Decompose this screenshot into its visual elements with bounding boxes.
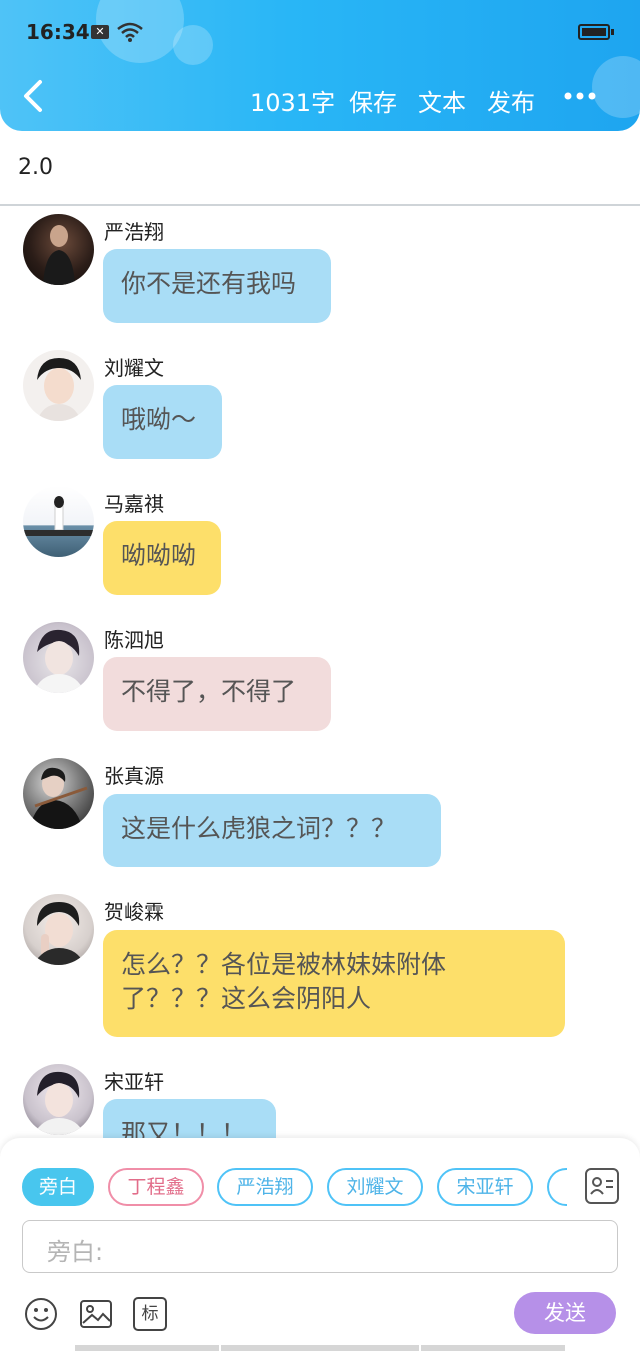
speaker-name: 陈泗旭 — [104, 628, 164, 652]
more-options-button[interactable] — [560, 86, 600, 106]
message-input[interactable]: 旁白: — [22, 1220, 618, 1273]
speaker-name: 严浩翔 — [104, 220, 164, 244]
save-button[interactable]: 保存 — [349, 83, 397, 118]
contact-card-icon[interactable] — [585, 1168, 619, 1204]
status-time: 16:34 — [26, 20, 90, 44]
top-bar: 16:34 ✕ 1031字 保存 文本 发布 — [0, 0, 640, 131]
speaker-name: 刘耀文 — [104, 356, 164, 380]
avatar[interactable] — [23, 894, 94, 965]
battery-icon — [578, 24, 614, 40]
avatar[interactable] — [23, 1064, 94, 1135]
message-bubble[interactable]: 你不是还有我吗 — [103, 249, 331, 323]
role-chip[interactable]: 严浩翔 — [217, 1168, 313, 1206]
publish-button[interactable]: 发布 — [487, 83, 535, 118]
message-bubble[interactable]: 不得了，不得了 — [103, 657, 331, 731]
speaker-name: 贺峻霖 — [104, 900, 164, 924]
message-bubble[interactable]: 这是什么虎狼之词？？？ — [103, 794, 441, 867]
nav-bar-segment — [75, 1345, 219, 1351]
message-line: 怎么？？各位是被林妹妹附体 — [121, 950, 447, 979]
document-title[interactable]: 2.0 — [18, 155, 53, 180]
message-bubble[interactable]: 哦呦～ — [103, 385, 222, 459]
tag-icon[interactable]: 标 — [133, 1297, 167, 1331]
divider — [0, 204, 640, 206]
avatar[interactable] — [23, 350, 94, 421]
wifi-icon — [117, 22, 143, 42]
text-button[interactable]: 文本 — [418, 83, 466, 118]
message-bubble[interactable]: 呦呦呦 — [103, 521, 221, 595]
message-bubble[interactable]: 怎么？？各位是被林妹妹附体 了？？？这么会阴阳人 — [103, 930, 565, 1037]
emoji-icon[interactable] — [24, 1297, 58, 1331]
role-chip-narration[interactable]: 旁白 — [22, 1168, 94, 1206]
image-icon[interactable] — [79, 1297, 113, 1331]
word-count: 1031字 — [250, 89, 336, 117]
avatar[interactable] — [23, 622, 94, 693]
speaker-name: 马嘉祺 — [104, 492, 164, 516]
role-chip[interactable]: 丁程鑫 — [108, 1168, 204, 1206]
message-line: 了？？？这么会阴阳人 — [121, 984, 372, 1013]
notification-icon: ✕ — [91, 25, 109, 39]
speaker-name: 张真源 — [104, 764, 164, 788]
back-button[interactable] — [18, 78, 50, 114]
send-button[interactable]: 发送 — [514, 1292, 616, 1334]
nav-bar-segment — [421, 1345, 565, 1351]
avatar[interactable] — [23, 214, 94, 285]
role-chip[interactable]: 宋亚轩 — [437, 1168, 533, 1206]
speaker-name: 宋亚轩 — [104, 1070, 164, 1094]
avatar[interactable] — [23, 486, 94, 557]
avatar[interactable] — [23, 758, 94, 829]
role-chip[interactable]: 刘耀文 — [327, 1168, 423, 1206]
decorative-bubble — [173, 25, 213, 65]
nav-bar-segment — [221, 1345, 419, 1351]
